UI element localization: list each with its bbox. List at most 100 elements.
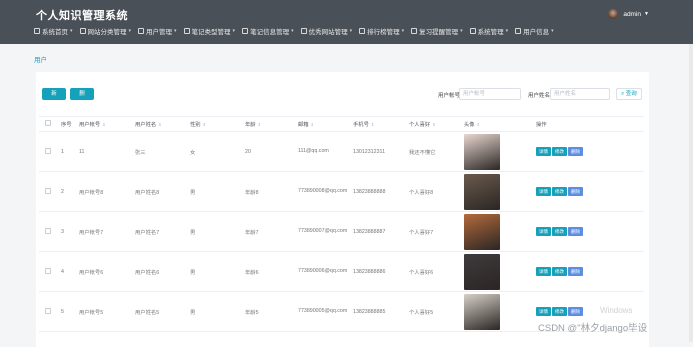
avatar-photo	[464, 213, 500, 250]
cell-email: 111@qq.com	[298, 148, 329, 154]
col-gender[interactable]: 性别 ⇕	[190, 116, 245, 132]
nav-item-1[interactable]: 网站分类管理 ▾	[79, 26, 131, 36]
delete-row-button[interactable]: 删除	[568, 307, 583, 316]
detail-button[interactable]: 详情	[536, 267, 551, 276]
delete-row-button[interactable]: 删除	[568, 267, 583, 276]
delete-row-button[interactable]: 删除	[568, 227, 583, 236]
col-account[interactable]: 用户帐号 ⇕	[79, 116, 135, 132]
col-age-label: 年龄	[245, 122, 256, 128]
user-icon	[359, 28, 366, 34]
cell-age: 20	[245, 131, 298, 172]
cell-gender: 男	[190, 251, 245, 292]
nav-item-2[interactable]: 用户管理 ▾	[138, 26, 177, 36]
cell-age: 年龄5	[245, 291, 298, 332]
document-icon	[242, 28, 249, 34]
row-checkbox[interactable]	[45, 227, 51, 234]
avatar-photo	[464, 133, 500, 170]
breadcrumb[interactable]: 用户	[34, 54, 47, 64]
sort-icon: ⇕	[257, 122, 261, 127]
nav-item-7[interactable]: 复习提醒管理 ▾	[411, 26, 463, 36]
chevron-down-icon: ▾	[349, 28, 353, 34]
search-button[interactable]: ⌕ 查询	[616, 88, 642, 100]
list-icon	[411, 28, 418, 34]
col-name[interactable]: 用户姓名 ⇕	[135, 116, 190, 132]
col-hobby[interactable]: 个人喜好 ⇕	[409, 116, 464, 132]
col-phone[interactable]: 手机号 ⇕	[353, 116, 409, 132]
cell-age: 年龄6	[245, 251, 298, 292]
nav-item-3[interactable]: 笔记类型管理 ▾	[183, 26, 235, 36]
edit-button[interactable]: 修改	[552, 307, 567, 316]
chevron-down-icon: ▾	[401, 28, 405, 34]
edit-button[interactable]: 修改	[552, 147, 567, 156]
cell-account: 用户帐号5	[79, 291, 135, 332]
nav-item-6[interactable]: 排行榜管理 ▾	[359, 26, 404, 36]
cell-gender: 女	[190, 131, 245, 172]
user-menu[interactable]: admin ▼	[608, 9, 649, 19]
detail-button[interactable]: 详情	[536, 227, 551, 236]
cell-gender: 男	[190, 291, 245, 332]
nav-item-label: 用户信息	[523, 29, 550, 36]
col-age[interactable]: 年龄 ⇕	[245, 116, 298, 132]
edit-button[interactable]: 修改	[552, 267, 567, 276]
edit-button[interactable]: 修改	[552, 187, 567, 196]
nav-item-label: 笔记信息管理	[250, 29, 290, 36]
col-gender-label: 性别	[190, 122, 201, 128]
nav-item-label: 用户管理	[146, 29, 173, 36]
table-row[interactable]: 1 11 张三女 20 111@qq.com 13012312311 我还不懂它 详情 修改 删除	[39, 131, 644, 172]
row-checkbox[interactable]	[45, 307, 51, 314]
sort-icon: ⇕	[102, 122, 106, 127]
cell-index: 3	[61, 211, 79, 252]
user-table: 序号 用户帐号 ⇕ 用户姓名 ⇕ 性别 ⇕ 年龄 ⇕ 邮箱 ⇕ 手机号 ⇕ 个人喜好 ⇕ 头像…	[39, 116, 644, 332]
detail-button[interactable]: 详情	[536, 307, 551, 316]
add-button[interactable]: 新增	[42, 88, 66, 109]
col-email[interactable]: 邮箱 ⇕	[298, 116, 353, 132]
delete-row-button[interactable]: 删除	[568, 147, 583, 156]
col-avatar[interactable]: 头像 ⇕	[464, 116, 536, 132]
cell-hobby: 个人喜好8	[409, 171, 464, 212]
table-row[interactable]: 4 用户帐号6 用户姓名6 男年龄6 773890006@qq.com 138238888…	[39, 251, 644, 292]
cell-index: 5	[61, 291, 79, 332]
account-search-input[interactable]: 用户帐号	[459, 88, 521, 100]
nav-item-5[interactable]: 优秀网站管理 ▾	[300, 26, 353, 36]
select-all-checkbox[interactable]	[45, 120, 51, 126]
delete-button[interactable]: 删除	[70, 88, 94, 109]
row-checkbox[interactable]	[45, 187, 51, 194]
cell-phone: 13823888887	[353, 211, 409, 252]
cell-phone: 13012312311	[353, 131, 409, 172]
row-checkbox[interactable]	[45, 147, 51, 154]
chevron-down-icon: ▾	[174, 28, 177, 34]
avatar	[608, 9, 619, 19]
cell-email: 773890007@qq.com	[298, 228, 348, 234]
scrollbar[interactable]	[689, 44, 693, 342]
delete-row-button[interactable]: 删除	[568, 187, 583, 196]
col-phone-label: 手机号	[353, 122, 369, 128]
row-checkbox[interactable]	[45, 267, 51, 274]
cell-account: 用户帐号7	[79, 211, 135, 252]
col-account-label: 用户帐号	[79, 122, 101, 128]
cell-name: 用户姓名5	[135, 291, 190, 332]
window-icon	[515, 28, 522, 34]
table-row[interactable]: 2 用户帐号8 用户姓名8 男年龄8 773890008@qq.com 138238888…	[39, 171, 644, 212]
cell-name: 用户姓名7	[135, 211, 190, 252]
home-icon	[34, 28, 40, 34]
detail-button[interactable]: 详情	[536, 187, 551, 196]
cell-account: 用户帐号6	[79, 251, 135, 292]
nav-item-label: 排行榜管理	[367, 29, 400, 36]
nav-item-9[interactable]: 用户信息 ▾	[515, 26, 554, 36]
csdn-watermark: CSDN @"林夕django毕设	[538, 323, 648, 334]
table-row[interactable]: 3 用户帐号7 用户姓名7 男年龄7 773890007@qq.com 138238888…	[39, 211, 644, 252]
list-icon	[183, 28, 190, 34]
nav-item-8[interactable]: 系统管理 ▾	[469, 26, 508, 36]
cell-hobby: 个人喜好7	[409, 211, 464, 252]
edit-button[interactable]: 修改	[552, 227, 567, 236]
name-search-input[interactable]: 用户姓名	[550, 88, 610, 100]
table-header-row: 序号 用户帐号 ⇕ 用户姓名 ⇕ 性别 ⇕ 年龄 ⇕ 邮箱 ⇕ 手机号 ⇕ 个人喜好 ⇕ 头像…	[39, 116, 644, 132]
cell-phone: 13823888888	[353, 171, 409, 212]
nav-item-4[interactable]: 笔记信息管理 ▾	[242, 26, 294, 36]
nav-item-0[interactable]: 系统首页 ▾	[34, 26, 73, 36]
main-nav: 系统首页 ▾ 网站分类管理 ▾ 用户管理 ▾ 笔记类型管理 ▾ 笔记信息管理 ▾ 优秀网站管理 ▾ 排行…	[34, 26, 561, 36]
cell-phone: 13823888886	[353, 251, 409, 292]
nav-item-label: 笔记类型管理	[191, 29, 231, 36]
detail-button[interactable]: 详情	[536, 147, 551, 156]
col-hobby-label: 个人喜好	[409, 122, 431, 128]
